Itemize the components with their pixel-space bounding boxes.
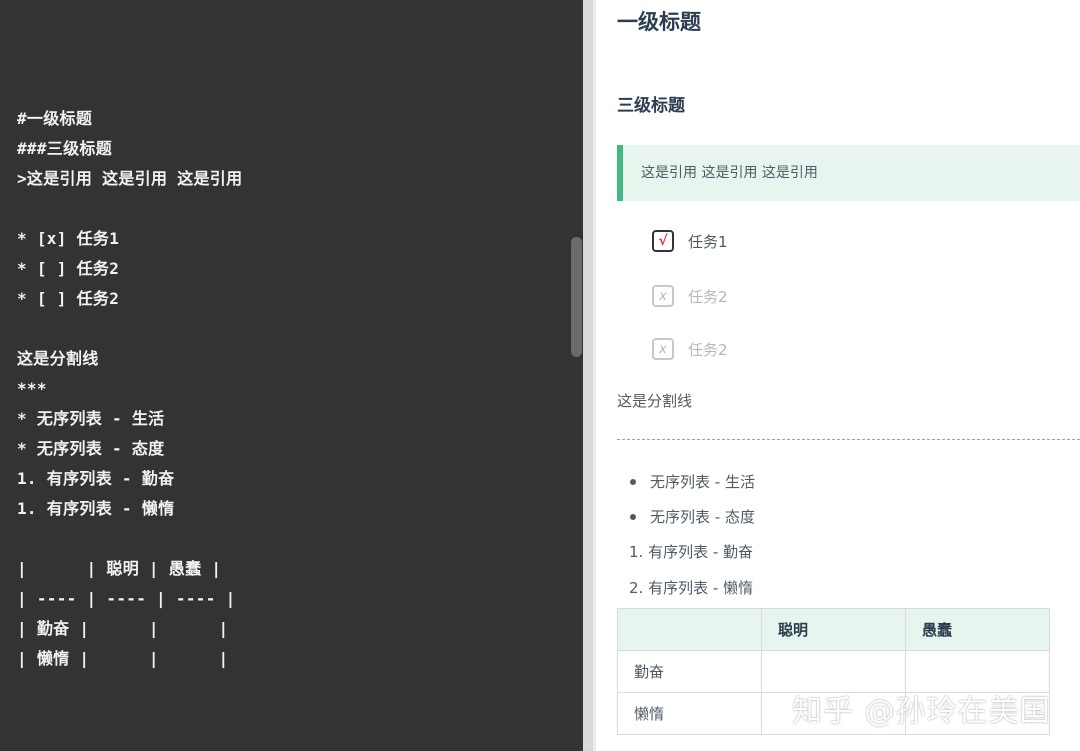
editor-line: * [ ] 任务2 [17, 289, 120, 308]
preview-paragraph: 这是分割线 [617, 392, 693, 410]
task-item: √ 任务1 [652, 228, 728, 254]
preview-blockquote: 这是引用 这是引用 这是引用 [617, 145, 1080, 201]
markdown-editor[interactable]: #一级标题 ###三级标题 >这是引用 这是引用 这是引用 * [x] 任务1 … [0, 0, 583, 751]
zhihu-watermark: 知乎 @孙玲在美国 [792, 694, 1051, 729]
bullet-icon [630, 478, 636, 485]
table-header-cell: 愚蠢 [905, 608, 1050, 651]
list-item-text: 无序列表 - 生活 [650, 473, 755, 491]
ordered-list-item: 1. 有序列表 - 勤奋 [629, 543, 754, 561]
bullet-icon [630, 513, 636, 520]
markdown-preview: 一级标题 三级标题 这是引用 这是引用 这是引用 √ 任务1 x 任务2 x 任… [596, 0, 1080, 751]
task-checkbox-unchecked[interactable]: x [652, 285, 674, 307]
task-checkbox-unchecked[interactable]: x [652, 338, 674, 360]
editor-text[interactable]: #一级标题 ###三级标题 >这是引用 这是引用 这是引用 * [x] 任务1 … [17, 104, 242, 674]
task-label: 任务1 [688, 232, 728, 251]
horizontal-rule [617, 439, 1080, 440]
editor-line: *** [17, 379, 47, 398]
preview-heading-3: 三级标题 [617, 96, 685, 116]
editor-line: 这是分割线 [17, 349, 99, 368]
ordered-list-item: 2. 有序列表 - 懒惰 [629, 579, 754, 597]
editor-line: >这是引用 这是引用 这是引用 [17, 169, 243, 188]
preview-heading-1: 一级标题 [617, 10, 701, 34]
editor-line: | | 聪明 | 愚蠢 | [17, 559, 222, 578]
task-label: 任务2 [688, 340, 728, 359]
list-item-text: 无序列表 - 态度 [650, 508, 755, 526]
task-label: 任务2 [688, 287, 728, 306]
task-checkbox-checked[interactable]: √ [652, 230, 674, 252]
table-cell: 勤奋 [617, 650, 762, 693]
editor-line: * [x] 任务1 [17, 229, 120, 248]
table-header-cell: 聪明 [761, 608, 906, 651]
editor-line: | 懒惰 | | | [17, 649, 229, 668]
editor-line: | ---- | ---- | ---- | [17, 589, 236, 608]
editor-line: * 无序列表 - 生活 [17, 409, 165, 428]
editor-line: #一级标题 [17, 109, 93, 128]
editor-line: | 勤奋 | | | [17, 619, 229, 638]
table-header-cell [617, 608, 762, 651]
unordered-list-item: 无序列表 - 生活 [630, 471, 755, 492]
editor-line: 1. 有序列表 - 懒惰 [17, 499, 175, 518]
editor-line: 1. 有序列表 - 勤奋 [17, 469, 175, 488]
table-header-row: 聪明 愚蠢 [617, 608, 1050, 651]
editor-line: * [ ] 任务2 [17, 259, 120, 278]
editor-scrollbar-thumb[interactable] [571, 237, 582, 357]
task-item: x 任务2 [652, 336, 728, 362]
task-item: x 任务2 [652, 283, 728, 309]
editor-line: ###三级标题 [17, 139, 112, 158]
editor-scrollbar-track[interactable] [583, 0, 593, 751]
editor-line: * 无序列表 - 态度 [17, 439, 165, 458]
unordered-list-item: 无序列表 - 态度 [630, 506, 755, 527]
table-cell: 懒惰 [617, 692, 762, 735]
